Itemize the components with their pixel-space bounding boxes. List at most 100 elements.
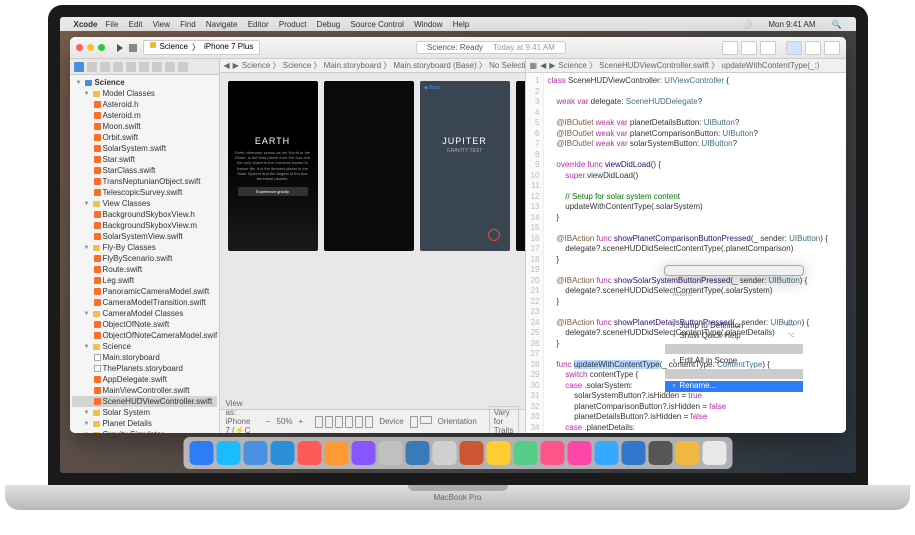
tree-group[interactable]: ▼CameraModel Classes bbox=[72, 308, 217, 319]
dock-app-icon[interactable] bbox=[432, 441, 456, 465]
source-editor[interactable]: ▦ ◀ ▶ Science 〉 SceneHUDViewController.s… bbox=[526, 59, 846, 433]
dock-app-icon[interactable] bbox=[486, 441, 510, 465]
editor-assistant-button[interactable] bbox=[741, 41, 757, 55]
scheme-selector[interactable]: Science 〉 iPhone 7 Plus bbox=[143, 40, 261, 55]
back-icon[interactable]: ◀ bbox=[540, 61, 546, 70]
tree-file[interactable]: Route.swift bbox=[72, 264, 217, 275]
artboard-jupiter[interactable]: ◀ Back JUPITER GRAVITY TEST bbox=[420, 81, 510, 251]
dock-app-icon[interactable] bbox=[297, 441, 321, 465]
debug-tab-icon[interactable] bbox=[152, 62, 162, 72]
dock-app-icon[interactable] bbox=[405, 441, 429, 465]
symbol-tab-icon[interactable] bbox=[100, 62, 110, 72]
search-icon[interactable]: 🔍 bbox=[832, 20, 842, 29]
tree-file[interactable]: PanoramicCameraModel.swift bbox=[72, 286, 217, 297]
menu-file[interactable]: File bbox=[106, 20, 119, 29]
wifi-icon[interactable]: ⚪ bbox=[742, 20, 752, 29]
tree-file[interactable]: Moon.swift bbox=[72, 121, 217, 132]
orientation-picker[interactable] bbox=[410, 416, 432, 428]
dock-app-icon[interactable] bbox=[675, 441, 699, 465]
tree-file[interactable]: ThePlanets.storyboard bbox=[72, 363, 217, 374]
storyboard-editor[interactable]: ◀ ▶ Science 〉 Science 〉 Main.storyboard … bbox=[220, 59, 526, 433]
menu-find[interactable]: Find bbox=[180, 20, 196, 29]
tree-file[interactable]: ObjectOfNote.swift bbox=[72, 319, 217, 330]
toggle-navigator-button[interactable] bbox=[786, 41, 802, 55]
menu-editor[interactable]: Editor bbox=[248, 20, 269, 29]
dock-app-icon[interactable] bbox=[702, 441, 726, 465]
dock-app-icon[interactable] bbox=[459, 441, 483, 465]
menu-edit[interactable]: Edit bbox=[129, 20, 143, 29]
record-icon[interactable] bbox=[488, 229, 500, 241]
dock-app-icon[interactable] bbox=[243, 441, 267, 465]
dock-app-icon[interactable] bbox=[378, 441, 402, 465]
code-lines[interactable]: class SceneHUDViewController: UIViewCont… bbox=[544, 73, 846, 433]
tree-file[interactable]: ObjectOfNoteCameraModel.swift bbox=[72, 330, 217, 341]
dock-app-icon[interactable] bbox=[351, 441, 375, 465]
test-tab-icon[interactable] bbox=[139, 62, 149, 72]
jumpbar-segment[interactable]: SceneHUDViewController.swift bbox=[599, 61, 709, 70]
tree-file[interactable]: Asteroid.h bbox=[72, 99, 217, 110]
artboard-180[interactable]: 180° bbox=[516, 81, 525, 251]
menu-help[interactable]: Help bbox=[453, 20, 469, 29]
context-menu-item[interactable]: ▫Rename... bbox=[665, 381, 803, 392]
context-menu-item[interactable]: ▫Edit All in Scope bbox=[665, 356, 803, 367]
macos-dock[interactable] bbox=[183, 437, 732, 469]
tree-file[interactable]: StarClass.swift bbox=[72, 165, 217, 176]
artboard-earth[interactable]: EARTH Earth otherwise known as the World… bbox=[228, 81, 318, 251]
dock-app-icon[interactable] bbox=[513, 441, 537, 465]
dock-app-icon[interactable] bbox=[594, 441, 618, 465]
jumpbar-segment[interactable]: No Selection bbox=[489, 61, 525, 70]
line-gutter[interactable]: 1234567891011121314151617181920212223242… bbox=[526, 73, 544, 433]
back-icon[interactable]: ◀ bbox=[224, 61, 230, 70]
jumpbar-segment[interactable]: Science bbox=[283, 61, 311, 70]
related-items-icon[interactable]: ▦ bbox=[530, 61, 538, 70]
issue-tab-icon[interactable] bbox=[126, 62, 136, 72]
back-button[interactable]: ◀ Back bbox=[424, 85, 440, 91]
menu-debug[interactable]: Debug bbox=[317, 20, 341, 29]
editor-standard-button[interactable] bbox=[722, 41, 738, 55]
jumpbar-center[interactable]: ◀ ▶ Science 〉 Science 〉 Main.storyboard … bbox=[220, 59, 525, 73]
tree-file[interactable]: TransNeptunianObject.swift bbox=[72, 176, 217, 187]
zoom-in-icon[interactable]: + bbox=[299, 417, 304, 426]
breakpoint-tab-icon[interactable] bbox=[165, 62, 175, 72]
tree-file[interactable]: Star.swift bbox=[72, 154, 217, 165]
dock-app-icon[interactable] bbox=[324, 441, 348, 465]
tree-file[interactable]: CameraModelTransition.swift bbox=[72, 297, 217, 308]
device-picker[interactable] bbox=[315, 416, 373, 428]
minimize-button[interactable] bbox=[87, 44, 94, 51]
dock-app-icon[interactable] bbox=[189, 441, 213, 465]
app-menu[interactable]: Xcode bbox=[74, 20, 98, 29]
tree-file[interactable]: BackgroundSkyboxView.m bbox=[72, 220, 217, 231]
jumpbar-segment[interactable]: Main.storyboard bbox=[324, 61, 381, 70]
tree-file[interactable]: SolarSystemView.swift bbox=[72, 231, 217, 242]
project-tab-icon[interactable] bbox=[74, 62, 84, 72]
artboard-blank-1[interactable] bbox=[324, 81, 414, 251]
tree-file[interactable]: SolarSystem.swift bbox=[72, 143, 217, 154]
tree-group[interactable]: ▼Solar System bbox=[72, 407, 217, 418]
tree-file[interactable]: Leg.swift bbox=[72, 275, 217, 286]
tree-group[interactable]: ▼Science bbox=[72, 341, 217, 352]
close-button[interactable] bbox=[76, 44, 83, 51]
menu-navigate[interactable]: Navigate bbox=[206, 20, 238, 29]
tree-file[interactable]: TelescopicSurvey.swift bbox=[72, 187, 217, 198]
jumpbar-editor[interactable]: ▦ ◀ ▶ Science 〉 SceneHUDViewController.s… bbox=[526, 59, 846, 73]
forward-icon[interactable]: ▶ bbox=[233, 61, 239, 70]
menu-view[interactable]: View bbox=[153, 20, 170, 29]
tree-file[interactable]: Asteroid.m bbox=[72, 110, 217, 121]
zoom-button[interactable] bbox=[98, 44, 105, 51]
storyboard-canvas[interactable]: EARTH Earth otherwise known as the World… bbox=[220, 73, 525, 409]
toggle-inspector-button[interactable] bbox=[824, 41, 840, 55]
tree-file[interactable]: AppDelegate.swift bbox=[72, 374, 217, 385]
dock-app-icon[interactable] bbox=[216, 441, 240, 465]
toggle-debug-button[interactable] bbox=[805, 41, 821, 55]
tree-file[interactable]: Orbit.swift bbox=[72, 132, 217, 143]
jumpbar-segment[interactable]: Main.storyboard (Base) bbox=[393, 61, 476, 70]
zoom-level[interactable]: 50% bbox=[277, 417, 293, 426]
tree-file[interactable]: Main.storyboard bbox=[72, 352, 217, 363]
clock[interactable]: Mon 9:41 AM bbox=[768, 20, 815, 29]
context-menu-item[interactable]: ▫Show Quick Help⌥ bbox=[665, 331, 803, 342]
tree-group[interactable]: ▼View Classes bbox=[72, 198, 217, 209]
navigator-tabs[interactable] bbox=[70, 59, 219, 75]
menu-product[interactable]: Product bbox=[279, 20, 307, 29]
jumpbar-segment[interactable]: updateWithContentType(_:) bbox=[721, 61, 819, 70]
tree-group[interactable]: ▼Planet Details bbox=[72, 418, 217, 429]
